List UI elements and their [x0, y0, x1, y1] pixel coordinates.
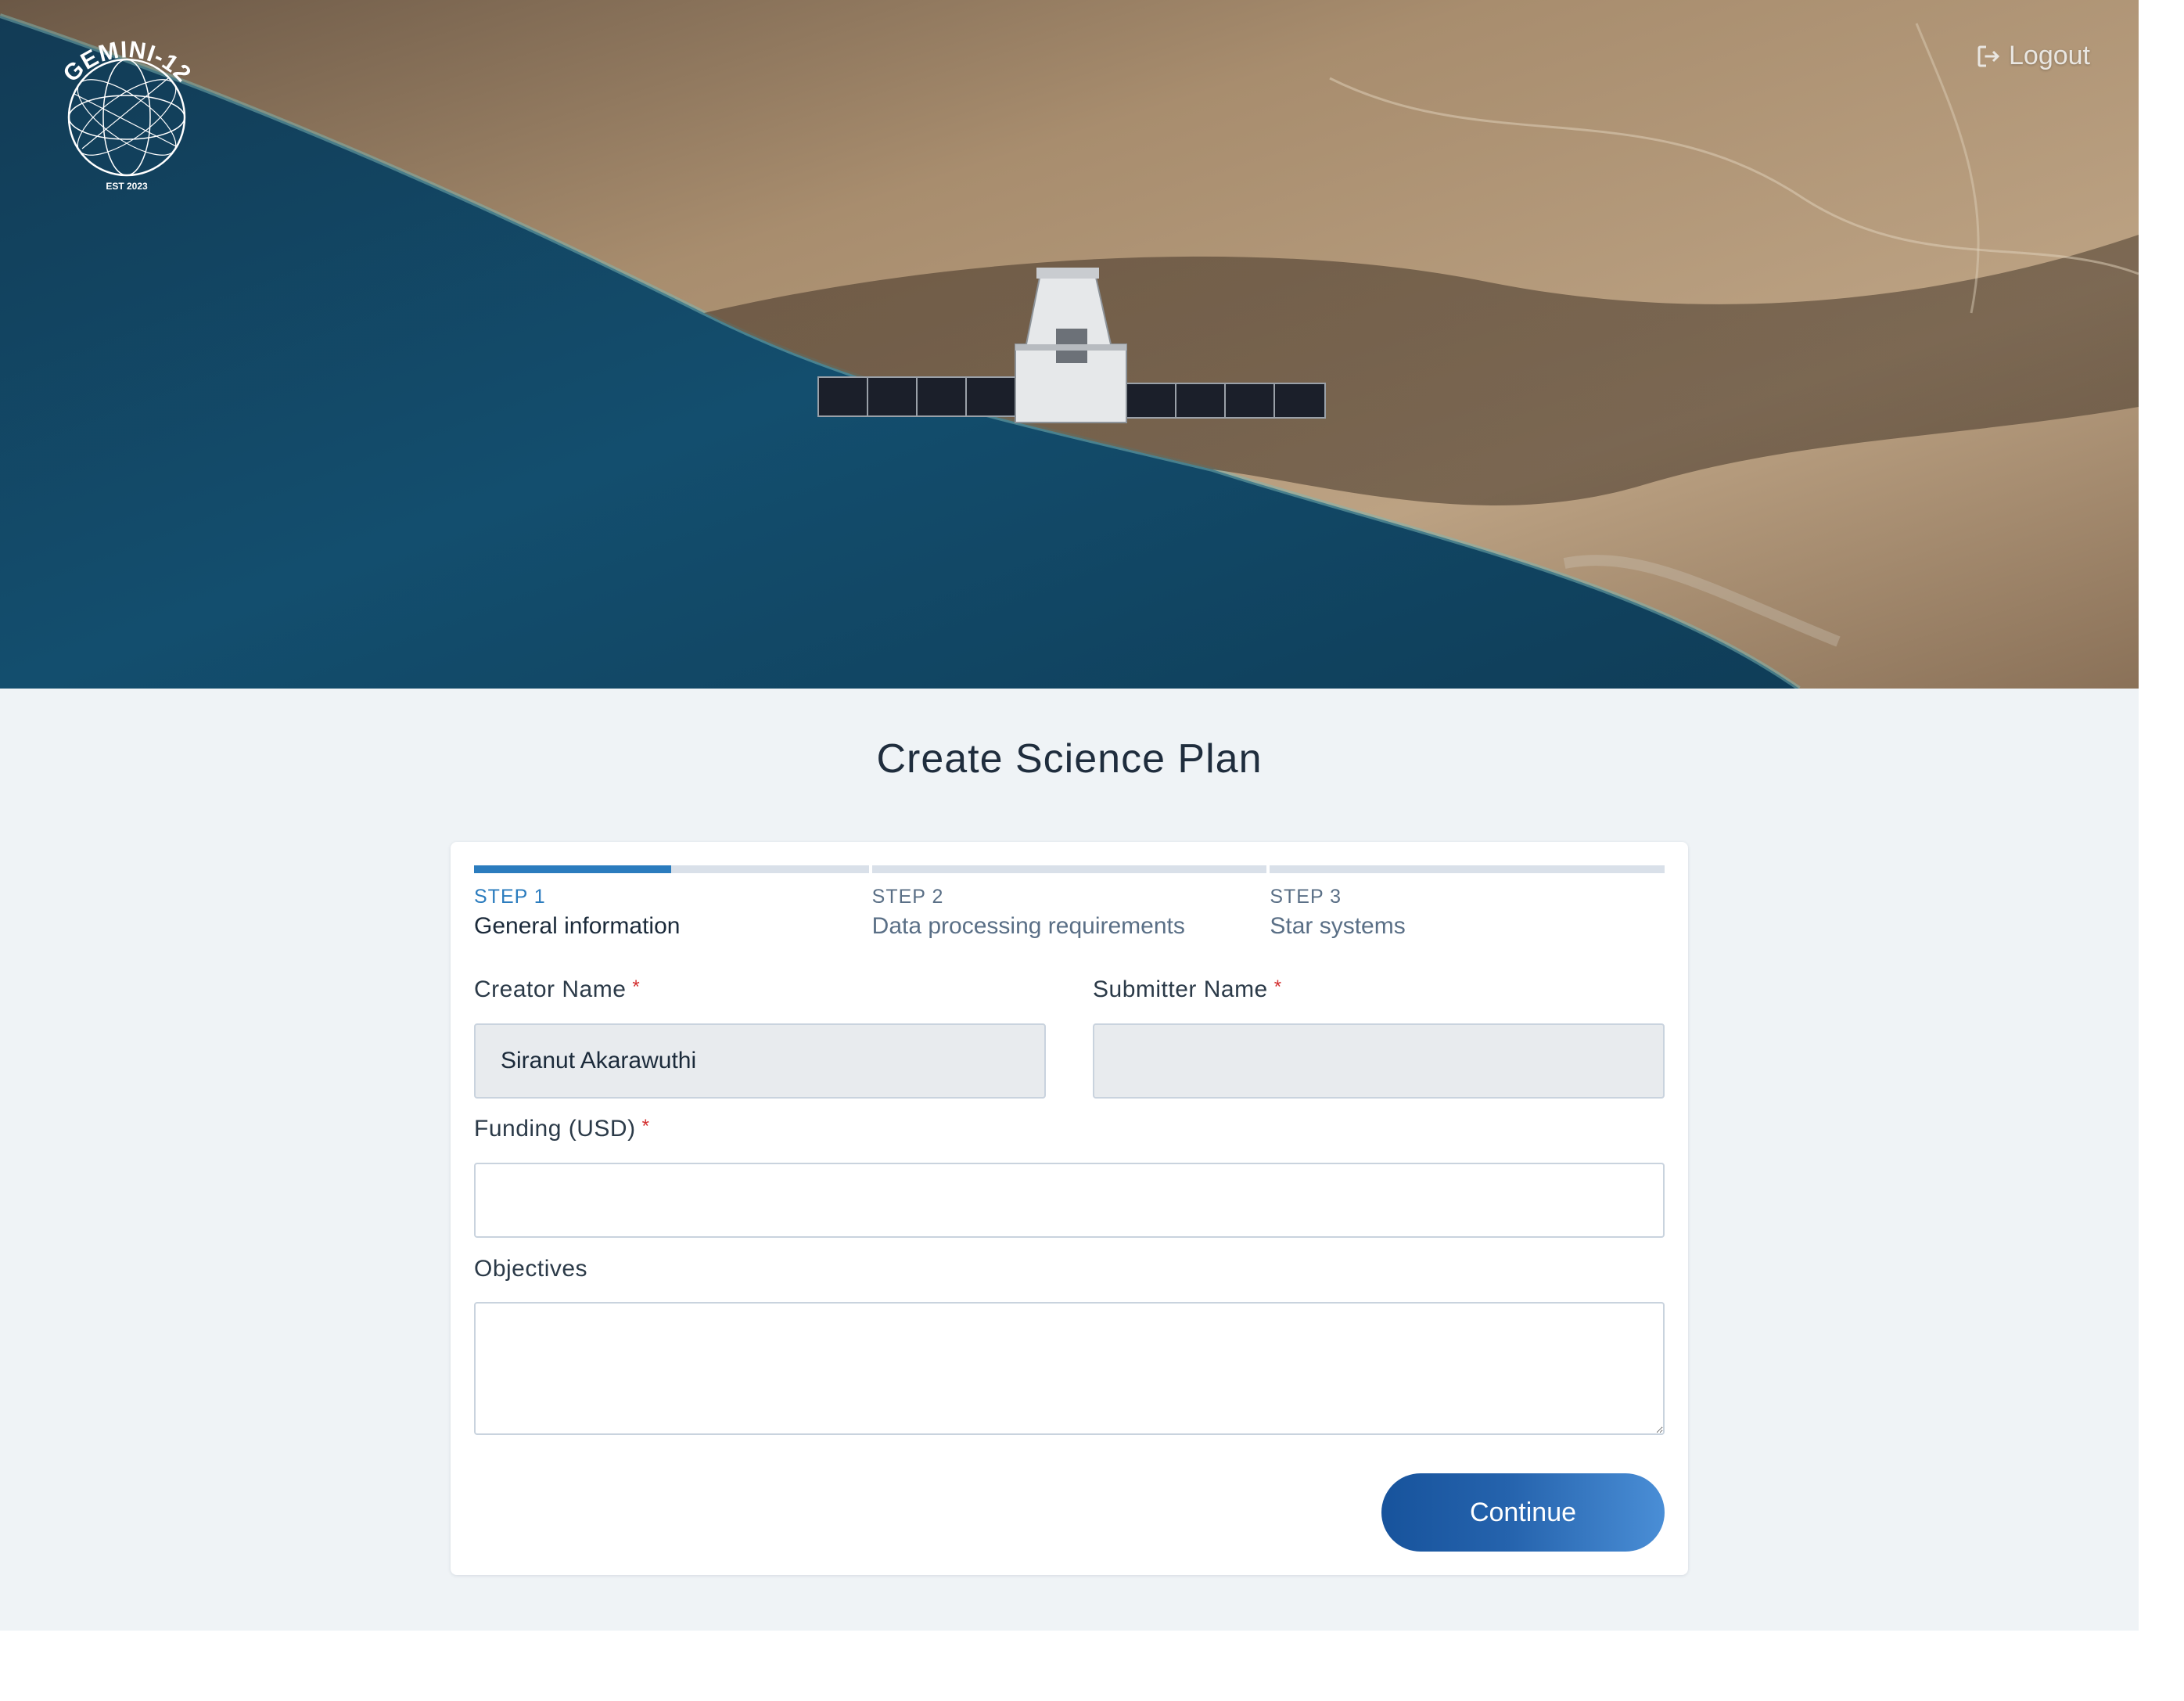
logout-label: Logout [2009, 41, 2090, 70]
svg-text:EST 2023: EST 2023 [106, 181, 148, 192]
logout-icon [1977, 45, 2000, 67]
science-plan-form-card: STEP 1 General information STEP 2 Data p… [451, 842, 1688, 1575]
creator-name-label-text: Creator Name [474, 976, 627, 1002]
funding-input[interactable] [474, 1163, 1665, 1238]
svg-text:GEMINI-12: GEMINI-12 [59, 37, 196, 88]
continue-button[interactable]: Continue [1381, 1473, 1665, 1552]
step-1[interactable]: STEP 1 General information [474, 865, 869, 944]
step-1-number: STEP 1 [474, 886, 546, 908]
creator-name-input[interactable] [474, 1023, 1046, 1099]
step-2-progress-track [871, 865, 1267, 873]
objectives-textarea[interactable] [474, 1302, 1665, 1435]
step-1-progress-fill [474, 865, 672, 873]
submitter-name-label-text: Submitter Name [1093, 976, 1268, 1002]
funding-label: Funding (USD) * [474, 1116, 649, 1142]
creator-name-label: Creator Name * [474, 976, 640, 1003]
objectives-label: Objectives [474, 1256, 588, 1282]
step-3-number: STEP 3 [1270, 886, 1342, 908]
step-2[interactable]: STEP 2 Data processing requirements [871, 865, 1267, 944]
step-3-name: Star systems [1270, 913, 1406, 939]
funding-label-text: Funding (USD) [474, 1116, 636, 1142]
submitter-name-label: Submitter Name * [1093, 976, 1282, 1003]
step-2-number: STEP 2 [871, 886, 944, 908]
stepper: STEP 1 General information STEP 2 Data p… [474, 865, 1665, 944]
hero-banner: GEMINI-12 EST 2023 Logout [0, 0, 2139, 689]
required-asterisk: * [641, 1116, 650, 1137]
logout-button[interactable]: Logout [1974, 41, 2090, 71]
step-3-progress-track [1270, 865, 1665, 873]
submitter-name-input[interactable] [1093, 1023, 1665, 1099]
step-1-progress-track [474, 865, 869, 873]
step-3[interactable]: STEP 3 Star systems [1270, 865, 1665, 944]
step-1-name: General information [474, 913, 681, 939]
page-title: Create Science Plan [876, 736, 1263, 782]
required-asterisk: * [1273, 976, 1282, 998]
gemini-12-logo: GEMINI-12 EST 2023 [43, 31, 211, 200]
required-asterisk: * [632, 976, 641, 998]
satellite-earth-image [0, 0, 2139, 689]
step-2-name: Data processing requirements [871, 913, 1185, 939]
